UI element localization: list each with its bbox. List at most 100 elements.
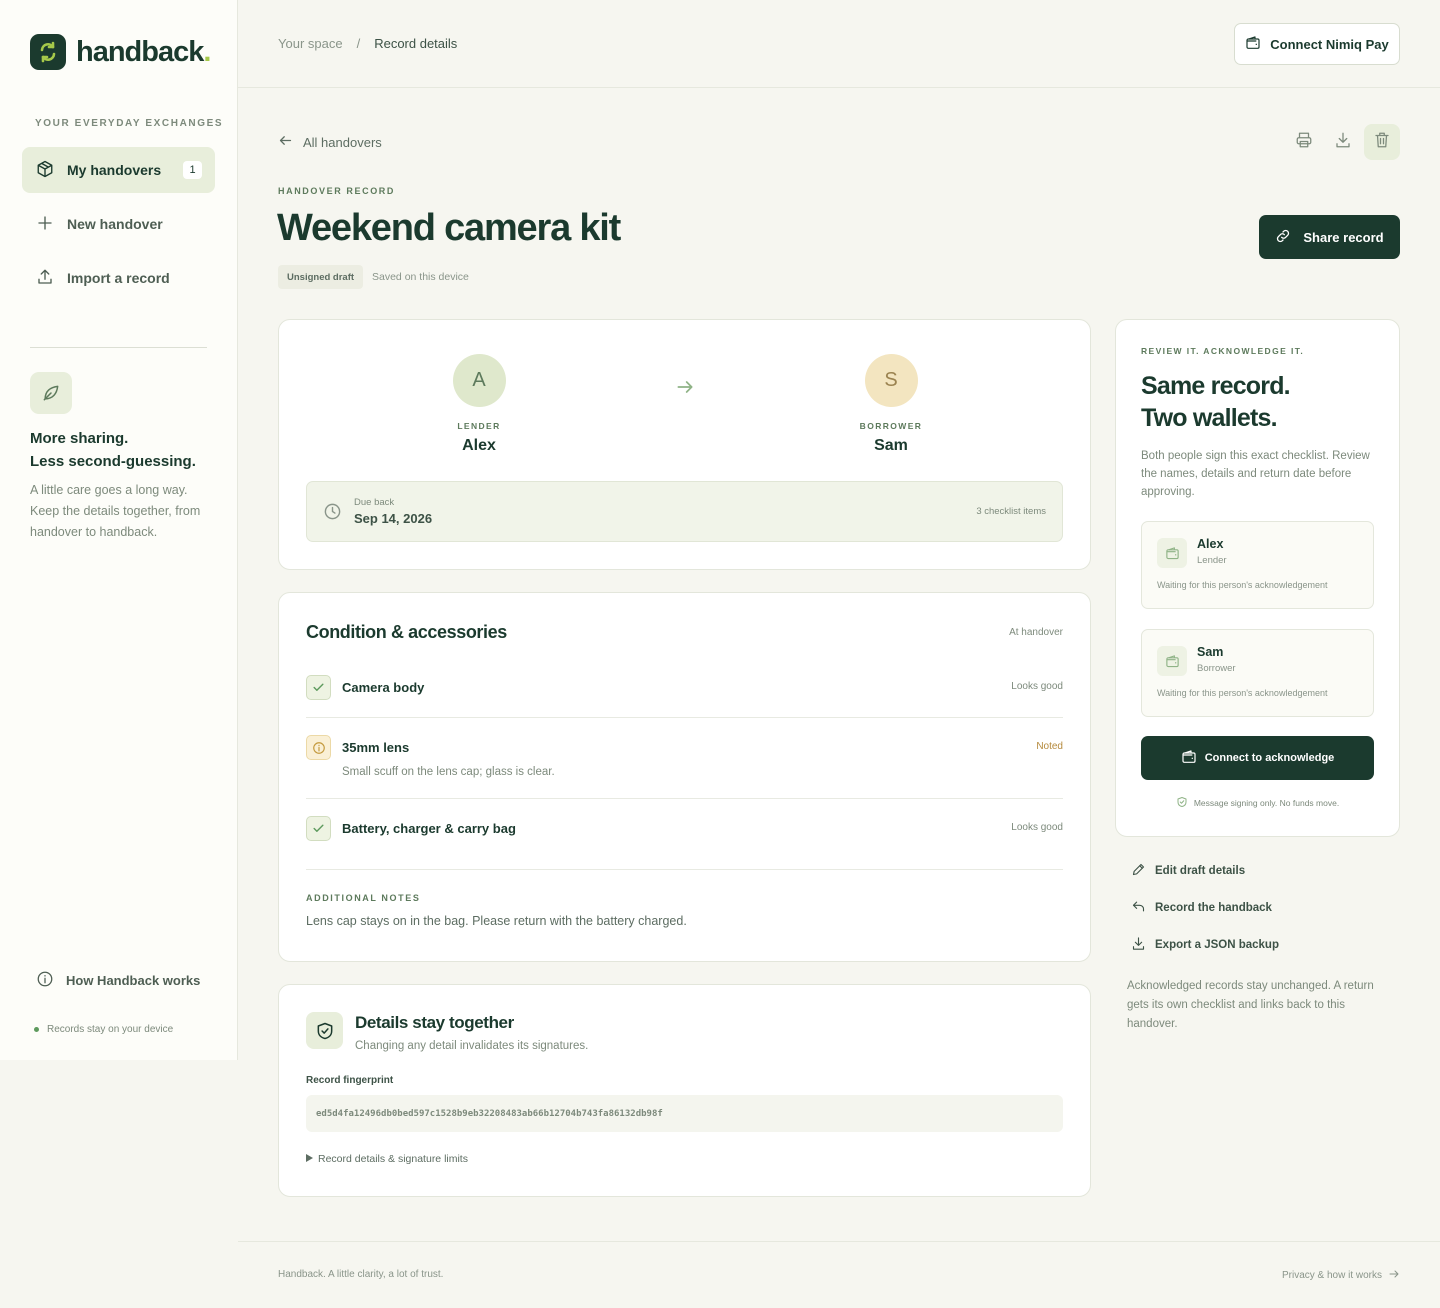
info-icon: [36, 970, 54, 991]
action-label: Record the handback: [1155, 902, 1272, 914]
review-eyebrow: REVIEW IT. ACKNOWLEDGE IT.: [1141, 346, 1305, 356]
action-label: Export a JSON backup: [1155, 939, 1279, 951]
sidebar-item-label: Import a record: [67, 270, 170, 286]
notes-label: ADDITIONAL NOTES: [306, 893, 421, 903]
breadcrumb-your-space[interactable]: Your space: [278, 36, 343, 51]
promo-heading: More sharing. Less second-guessing.: [30, 427, 220, 473]
actions-footnote: Acknowledged records stay unchanged. A r…: [1127, 980, 1374, 1030]
signing-note-text: Message signing only. No funds move.: [1193, 798, 1340, 808]
condition-card: Condition & accessories At handover Came…: [278, 592, 1091, 962]
sidebar-item-label: New handover: [67, 216, 163, 232]
signing-note: Message signing only. No funds move.: [1141, 796, 1374, 810]
integrity-title: Details stay together: [355, 1013, 514, 1032]
record-eyebrow: HANDOVER RECORD: [278, 186, 396, 196]
due-back-panel: Due back Sep 14, 2026 3 checklist items: [306, 481, 1063, 542]
how-handback-works-link[interactable]: How Handback works: [36, 970, 200, 991]
arrow-left-icon: [278, 133, 293, 151]
breadcrumb-current: Record details: [374, 36, 458, 51]
checklist-item-status: Looks good: [1011, 681, 1063, 692]
integrity-card: Details stay together Changing any detai…: [278, 984, 1091, 1197]
sidebar-item-my-handovers[interactable]: My handovers 1: [22, 147, 215, 193]
arrow-right-icon: [675, 377, 695, 402]
checklist-item-name: Camera body: [342, 680, 425, 695]
wallet-icon: [1157, 646, 1187, 676]
sidebar: handback. YOUR EVERYDAY EXCHANGES My han…: [0, 0, 238, 1060]
download-icon: [1131, 936, 1146, 954]
borrower-party: S BORROWER Sam: [831, 354, 951, 455]
action-label: Edit draft details: [1155, 865, 1246, 877]
back-link-label: All handovers: [303, 134, 382, 150]
lender-party: A LENDER Alex: [419, 354, 539, 455]
share-record-button[interactable]: Share record: [1259, 215, 1400, 259]
promo-heading-line1: More sharing.: [30, 430, 129, 447]
topbar: Your space / Record details Connect Nimi…: [238, 0, 1440, 88]
brand-name: handback: [76, 35, 204, 68]
promo-text: A little care goes a long way. Keep the …: [30, 483, 201, 539]
review-panel: REVIEW IT. ACKNOWLEDGE IT. Same record. …: [1115, 319, 1400, 837]
integrity-subtitle: Changing any detail invalidates its sign…: [355, 1040, 589, 1052]
signer-role: Lender: [1197, 555, 1227, 566]
checklist-item-name: Battery, charger & carry bag: [342, 821, 516, 836]
arrow-right-icon: [1388, 1268, 1400, 1283]
trash-icon: [1373, 131, 1391, 154]
signer-card-sam: Sam Borrower Waiting for this person's a…: [1141, 629, 1374, 717]
edit-draft-link[interactable]: Edit draft details: [1131, 862, 1245, 880]
signer-card-alex: Alex Lender Waiting for this person's ac…: [1141, 521, 1374, 609]
clock-icon: [323, 502, 342, 526]
wallet-icon: [1245, 35, 1261, 54]
back-to-handovers-link[interactable]: All handovers: [278, 133, 382, 151]
plus-icon: [36, 214, 54, 235]
device-note-text: Records stay on your device: [47, 1024, 174, 1035]
row-divider: [306, 869, 1063, 870]
box-icon: [36, 160, 54, 181]
lender-role: LENDER: [457, 421, 501, 431]
handback-logo-icon: [30, 34, 66, 70]
share-button-label: Share record: [1303, 229, 1384, 245]
row-divider: [306, 717, 1063, 718]
fingerprint-value[interactable]: ed5d4fa12496db0bed597c1528b9eb32208483ab…: [306, 1095, 1063, 1132]
handover-count-badge: 1: [183, 161, 202, 179]
condition-meta: At handover: [1009, 627, 1063, 638]
export-json-link[interactable]: Export a JSON backup: [1131, 936, 1279, 954]
delete-button[interactable]: [1364, 124, 1400, 160]
connect-nimiq-pay-button[interactable]: Connect Nimiq Pay: [1234, 23, 1400, 65]
signer-status: Waiting for this person's acknowledgemen…: [1157, 688, 1328, 698]
device-storage-note: Records stay on your device: [34, 1024, 173, 1035]
fingerprint-label: Record fingerprint: [306, 1075, 394, 1086]
borrower-name: Sam: [874, 437, 908, 454]
signer-status: Waiting for this person's acknowledgemen…: [1157, 580, 1328, 590]
due-date: Sep 14, 2026: [354, 511, 433, 526]
checklist-item-name: 35mm lens: [342, 740, 410, 755]
record-handback-link[interactable]: Record the handback: [1131, 899, 1272, 917]
sidebar-item-new-handover[interactable]: New handover: [22, 201, 215, 247]
sidebar-item-label: My handovers: [67, 162, 162, 178]
privacy-link[interactable]: Privacy & how it works: [1282, 1268, 1400, 1283]
avatar: S: [864, 354, 918, 407]
wallet-icon: [1157, 538, 1187, 568]
record-details-toggle[interactable]: Record details & signature limits: [306, 1153, 468, 1165]
ack-button-label: Connect to acknowledge: [1204, 752, 1335, 764]
lender-name: Alex: [462, 437, 496, 454]
checklist-item-note: Small scuff on the lens cap; glass is cl…: [342, 766, 555, 778]
download-button[interactable]: [1325, 124, 1361, 160]
row-divider: [306, 798, 1063, 799]
triangle-right-icon: [306, 1153, 313, 1165]
checklist-item-status: Noted: [1036, 741, 1063, 752]
link-icon: [1275, 228, 1291, 247]
breadcrumb-separator: /: [356, 36, 361, 51]
leaf-icon: [30, 372, 72, 414]
sidebar-item-import-record[interactable]: Import a record: [22, 255, 215, 301]
brand-logo[interactable]: handback.: [30, 34, 211, 70]
connect-to-acknowledge-button[interactable]: Connect to acknowledge: [1141, 736, 1374, 780]
promo-heading-line2: Less second-guessing.: [30, 453, 196, 470]
status-dot: [34, 1027, 39, 1032]
check-icon: [306, 816, 331, 841]
undo-icon: [1131, 899, 1146, 917]
saved-note: Saved on this device: [372, 271, 469, 283]
status-badge: Unsigned draft: [278, 265, 364, 289]
review-text: Both people sign this exact checklist. R…: [1141, 450, 1370, 498]
details-toggle-label: Record details & signature limits: [318, 1153, 468, 1165]
print-button[interactable]: [1286, 124, 1322, 160]
sidebar-section-label: YOUR EVERYDAY EXCHANGES: [35, 118, 224, 129]
privacy-link-label: Privacy & how it works: [1281, 1270, 1382, 1281]
